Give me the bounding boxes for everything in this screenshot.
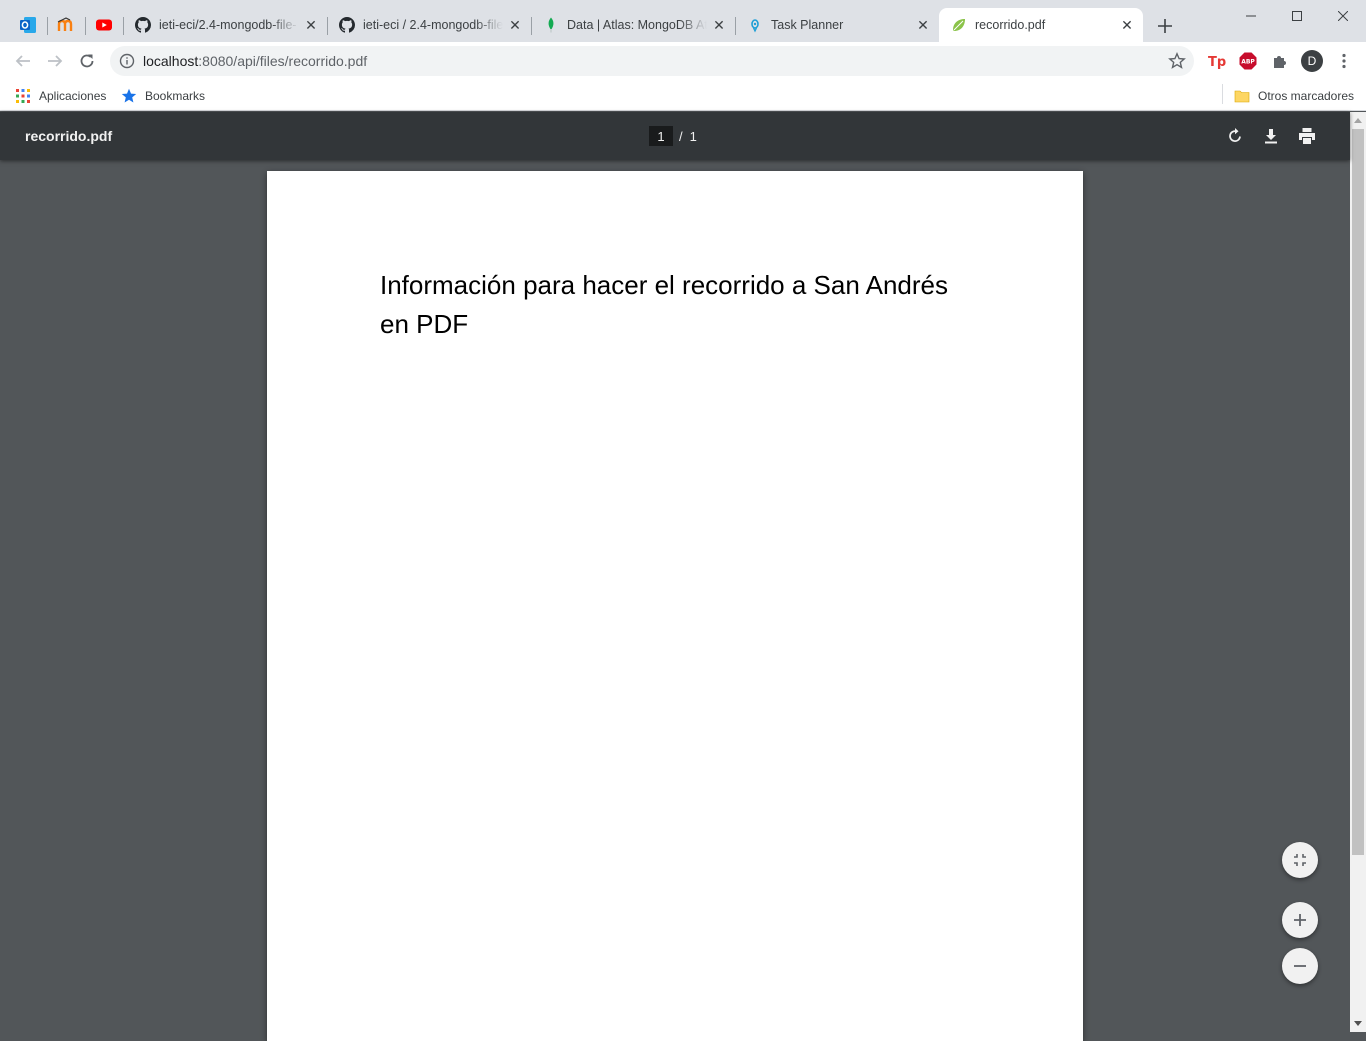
spring-leaf-icon [951, 17, 967, 33]
close-tab-icon[interactable]: ✕ [1119, 17, 1135, 33]
github-icon [135, 17, 151, 33]
apps-shortcut[interactable]: Aplicaciones [15, 86, 106, 106]
back-button[interactable] [8, 46, 38, 76]
plus-icon [1294, 914, 1306, 926]
info-icon[interactable] [119, 53, 135, 69]
zoom-out-button[interactable] [1282, 948, 1318, 984]
print-icon [1299, 128, 1315, 144]
apps-grid-icon [16, 89, 30, 103]
scroll-down-arrow[interactable] [1354, 1021, 1362, 1026]
apps-label: Aplicaciones [39, 89, 107, 103]
tab-title: ieti-eci/2.4-mongodb-file- [159, 18, 297, 32]
reload-button[interactable] [72, 46, 102, 76]
close-window-button[interactable] [1320, 0, 1366, 32]
minimize-icon [1246, 15, 1256, 17]
bookmarks-label: Bookmarks [145, 89, 206, 103]
puzzle-icon [1274, 56, 1286, 68]
tp-extension-icon: Tp [1208, 55, 1226, 70]
tab-title: ieti-eci / 2.4-mongodb-file [363, 18, 503, 32]
print-button[interactable] [1295, 124, 1319, 148]
bookmarks-bar: Aplicaciones Bookmarks Otros marcadores [0, 80, 1366, 111]
reload-icon [80, 54, 94, 68]
fit-to-page-button[interactable] [1282, 842, 1318, 878]
address-bar[interactable]: localhost:8080/api/files/recorrido.pdf [110, 46, 1194, 76]
download-button[interactable] [1259, 124, 1283, 148]
tab-title: Task Planner [771, 18, 844, 32]
tab-title: recorrido.pdf [975, 18, 1046, 32]
profile-avatar-button[interactable]: D [1301, 50, 1323, 72]
pdf-viewer: recorrido.pdf 1 / 1 Información para hac… [0, 112, 1366, 1041]
pdf-toolbar: recorrido.pdf 1 / 1 [0, 112, 1350, 160]
mongodb-leaf-icon [543, 17, 559, 33]
url-path: :8080/api/files/recorrido.pdf [198, 53, 368, 69]
outlook-icon [20, 17, 36, 33]
forward-arrow-icon [48, 55, 63, 67]
vertical-scrollbar[interactable] [1350, 112, 1366, 1032]
maximize-icon [1292, 11, 1302, 21]
star-icon [121, 88, 137, 103]
other-bookmarks-folder[interactable]: Otros marcadores [1234, 86, 1354, 106]
current-page-input[interactable]: 1 [649, 126, 673, 146]
react-icon [747, 17, 763, 33]
rotate-icon [1229, 128, 1241, 142]
url-host: localhost [143, 53, 199, 69]
tab-strip: ieti-eci/2.4-mongodb-file- ✕ ieti-eci / … [0, 0, 1366, 42]
pdf-file-name: recorrido.pdf [25, 128, 113, 144]
browser-toolbar: localhost:8080/api/files/recorrido.pdf T… [0, 42, 1366, 80]
maximize-window-button[interactable] [1274, 0, 1320, 32]
pdf-page-text: Información para hacer el recorrido a Sa… [380, 270, 948, 339]
page-indicator: 1 / 1 [649, 126, 697, 146]
tab-task-planner[interactable]: Task Planner ✕ [735, 8, 939, 42]
close-icon [1338, 11, 1348, 21]
youtube-icon [96, 19, 112, 31]
close-tab-icon[interactable]: ✕ [507, 17, 523, 33]
close-tab-icon[interactable]: ✕ [711, 17, 727, 33]
rotate-button[interactable] [1223, 124, 1247, 148]
folder-icon [1234, 90, 1250, 103]
page-separator: / [679, 128, 683, 144]
back-arrow-icon [15, 55, 30, 67]
scroll-up-arrow[interactable] [1354, 118, 1362, 123]
tp-extension-button[interactable]: Tp [1205, 50, 1227, 72]
pinned-tab-moodle[interactable] [47, 8, 85, 42]
forward-button[interactable] [40, 46, 70, 76]
bookmarks-divider [1222, 84, 1223, 104]
github-icon [339, 17, 355, 33]
minus-icon [1294, 965, 1306, 967]
extensions-button[interactable] [1269, 50, 1291, 72]
tab-mongodb-atlas[interactable]: Data | Atlas: MongoDB Atl ✕ [531, 8, 735, 42]
plus-icon [1158, 19, 1172, 33]
pinned-tab-youtube[interactable] [85, 8, 123, 42]
tab-github-1[interactable]: ieti-eci/2.4-mongodb-file- ✕ [123, 8, 327, 42]
avatar-initial: D [1307, 54, 1317, 68]
tab-github-2[interactable]: ieti-eci / 2.4-mongodb-file ✕ [327, 8, 531, 42]
adblock-plus-button[interactable]: ABP [1237, 50, 1259, 72]
pdf-page: Información para hacer el recorrido a Sa… [267, 171, 1083, 1041]
close-tab-icon[interactable]: ✕ [303, 17, 319, 33]
svg-text:ABP: ABP [1241, 59, 1255, 66]
fit-page-icon [1294, 854, 1306, 866]
svg-text:Tp: Tp [1208, 55, 1226, 70]
bookmarks-folder[interactable]: Bookmarks [121, 86, 205, 106]
bookmark-star-icon[interactable] [1168, 52, 1186, 70]
url-text[interactable]: localhost:8080/api/files/recorrido.pdf [143, 53, 367, 69]
minimize-window-button[interactable] [1228, 0, 1274, 32]
scrollbar-thumb[interactable] [1352, 129, 1364, 855]
tab-title: Data | Atlas: MongoDB Atl [567, 18, 707, 32]
tab-recorrido-pdf[interactable]: recorrido.pdf ✕ [939, 8, 1143, 42]
close-tab-icon[interactable]: ✕ [915, 17, 931, 33]
download-icon [1265, 129, 1277, 144]
zoom-in-button[interactable] [1282, 902, 1318, 938]
total-pages: 1 [689, 128, 697, 144]
pinned-tab-outlook[interactable] [9, 8, 47, 42]
other-bookmarks-label: Otros marcadores [1258, 89, 1355, 103]
new-tab-button[interactable] [1151, 12, 1179, 40]
moodle-icon [57, 17, 73, 31]
adblock-plus-icon: ABP [1239, 52, 1257, 70]
browser-menu-button[interactable] [1333, 50, 1355, 72]
kebab-menu-icon [1342, 53, 1346, 69]
